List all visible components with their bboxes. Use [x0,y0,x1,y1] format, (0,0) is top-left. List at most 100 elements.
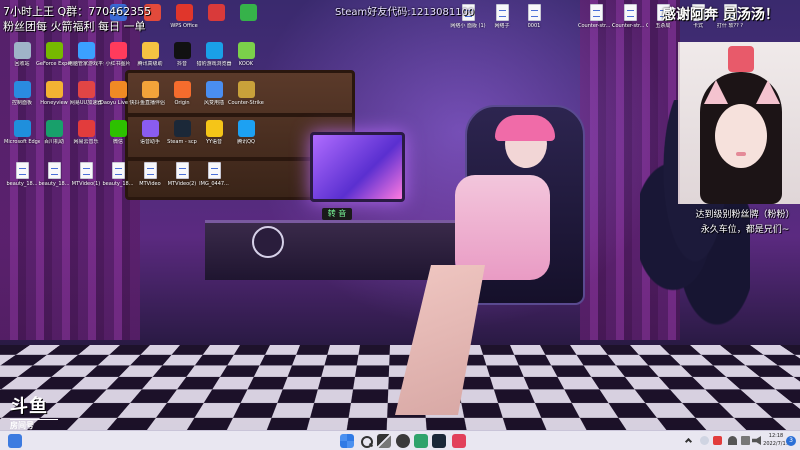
desktop-icon[interactable]: IMG_0447... [196,162,232,187]
notification-badge[interactable]: 3 [786,436,796,446]
desktop-icon[interactable]: Daoyu Live 快捷方式 [100,81,136,106]
douyu-app-icon[interactable] [414,434,428,448]
desktop-icon-label: WPS Office [166,23,202,29]
widgets-icon[interactable] [8,434,22,448]
desktop-icon-label: 腾讯QQ [228,139,264,145]
desktop-icon[interactable]: 腾讯QQ [228,120,264,145]
desktop-icon-label: MTVideo(2) [164,181,200,187]
desktop-icon[interactable]: 电脑管家游戏平台 [68,42,104,67]
desktop-icon-label: 控制面板 [4,100,40,106]
desktop-icon[interactable]: 百川机助 [36,120,72,145]
desktop-icon[interactable]: beauty_18... [36,162,72,187]
desktop-icon[interactable]: 猎豹游戏浏览器 [196,42,232,67]
desktop-icon[interactable]: Counter-str... Global Of... [578,4,614,29]
desktop-icon[interactable] [230,4,266,23]
monitor-label: 转 音 [322,208,352,220]
desktop-icon[interactable]: 控制面板 [4,81,40,106]
steam-app-icon[interactable] [432,434,446,448]
desktop-icon-label: 0001 [516,23,552,29]
desktop-icon[interactable]: beauty_18... [100,162,136,187]
search-icon[interactable] [359,434,373,448]
desktop-icon[interactable]: 0001 [516,4,552,29]
desktop-icon-label: Origin [164,100,200,106]
tray-app-icon[interactable] [700,436,709,445]
app-icon [142,42,159,59]
app-icon [206,42,223,59]
app-icon [174,81,191,98]
desktop-icon[interactable]: MTVideo [132,162,168,187]
desktop-icon[interactable]: 语音助手 [132,120,168,145]
stream-info-line-2: 粉丝团每 火箭福利 每日 一单 [3,18,146,34]
fan-note-line-1: 达到级别粉丝牌（粉粉） [690,208,800,223]
fan-note-line-2: 永久车位，都是兄们~ [690,223,800,238]
desktop-icon-label: beauty_18... [36,181,72,187]
chevron-up-icon[interactable] [685,438,692,445]
character-hat [495,115,555,141]
desktop-icon[interactable]: KOOK [228,42,264,67]
desktop-icon[interactable]: 微信 [100,120,136,145]
desktop-icon[interactable]: Microsoft Edge [4,120,40,145]
desktop-icon-label: 抖音 [164,61,200,67]
obs-app-icon[interactable] [396,434,410,448]
desktop-icon[interactable]: beauty_18... [4,162,40,187]
desktop-icon[interactable]: GeForce Experience [36,42,72,67]
desktop-icon[interactable]: 回收站 [4,42,40,67]
desktop-icon[interactable]: 腾讯高级助 [132,42,168,67]
app-icon [110,42,127,59]
desktop-icon[interactable]: Origin [164,81,200,106]
battery-icon[interactable] [741,436,750,445]
desktop-icon-label: YY语音 [196,139,232,145]
desktop-icon-label: 微信 [100,139,136,145]
app-icon [208,4,225,21]
desktop-icon[interactable]: 小红书图片 [100,42,136,67]
desktop-icon[interactable]: 网易UU加速器 [68,81,104,106]
app-icon [14,42,31,59]
document-icon [208,162,221,179]
desktop-icon-label: 网易UU加速器 [68,100,104,106]
desktop-icon[interactable]: 网易云音乐 [68,120,104,145]
desktop-icon[interactable]: Honeyview [36,81,72,106]
desktop-icon-label: Microsoft Edge [4,139,40,145]
desktop-icon[interactable]: Counter-Strike Global Of... [228,81,264,106]
document-icon [528,4,541,21]
app-icon [174,120,191,137]
desktop-icon-label: 语音助手 [132,139,168,145]
desktop-icon[interactable]: Counter-str... Global Of... [612,4,648,29]
desktop-icon-label: beauty_18... [4,181,40,187]
desktop-icon-label: 小红书图片 [100,61,136,67]
desktop-icon-label: 网络小 面版 (1) [450,23,486,29]
steam-friend-code: Steam好友代码:1213081100 [335,3,474,18]
app-icon [206,81,223,98]
desktop-icon-label: 回收站 [4,61,40,67]
taskbar: 12:18 2022/7/17 3 [0,430,800,450]
desktop-icon[interactable]: MTVideo(2) [164,162,200,187]
document-icon [176,162,189,179]
app-icon [110,120,127,137]
desktop-icon[interactable]: 斗鱼直播伴侣 [132,81,168,106]
task-view-icon[interactable] [377,434,391,448]
document-icon [16,162,29,179]
desktop-icon-label: KOOK [228,61,264,67]
wifi-icon[interactable] [728,436,737,445]
desktop-icon[interactable] [198,4,234,23]
fan-badge-note: 达到级别粉丝牌（粉粉） 永久车位，都是兄们~ [690,208,800,238]
desktop-icon[interactable]: 抖音 [164,42,200,67]
desktop-icon[interactable]: Steam - scp [164,120,200,145]
desktop-icon[interactable]: WPS Office [166,4,202,29]
desktop-icon[interactable]: MTVideo(1) [68,162,104,187]
app-icon [142,120,159,137]
start-button[interactable] [340,434,354,448]
desktop-icon[interactable]: 网络子 [484,4,520,29]
tray-antivirus-icon[interactable] [713,436,722,445]
app-icon [110,81,127,98]
document-icon [48,162,61,179]
desktop-icon-label: Steam - scp [164,139,200,145]
app-icon [46,120,63,137]
desk-emblem [252,226,284,258]
app-icon [142,81,159,98]
desktop-icon[interactable]: YY语音 [196,120,232,145]
character-body [455,175,550,280]
desktop-icon[interactable]: 风变用插 [196,81,232,106]
camera-app-icon[interactable] [452,434,466,448]
volume-icon[interactable] [752,436,761,445]
